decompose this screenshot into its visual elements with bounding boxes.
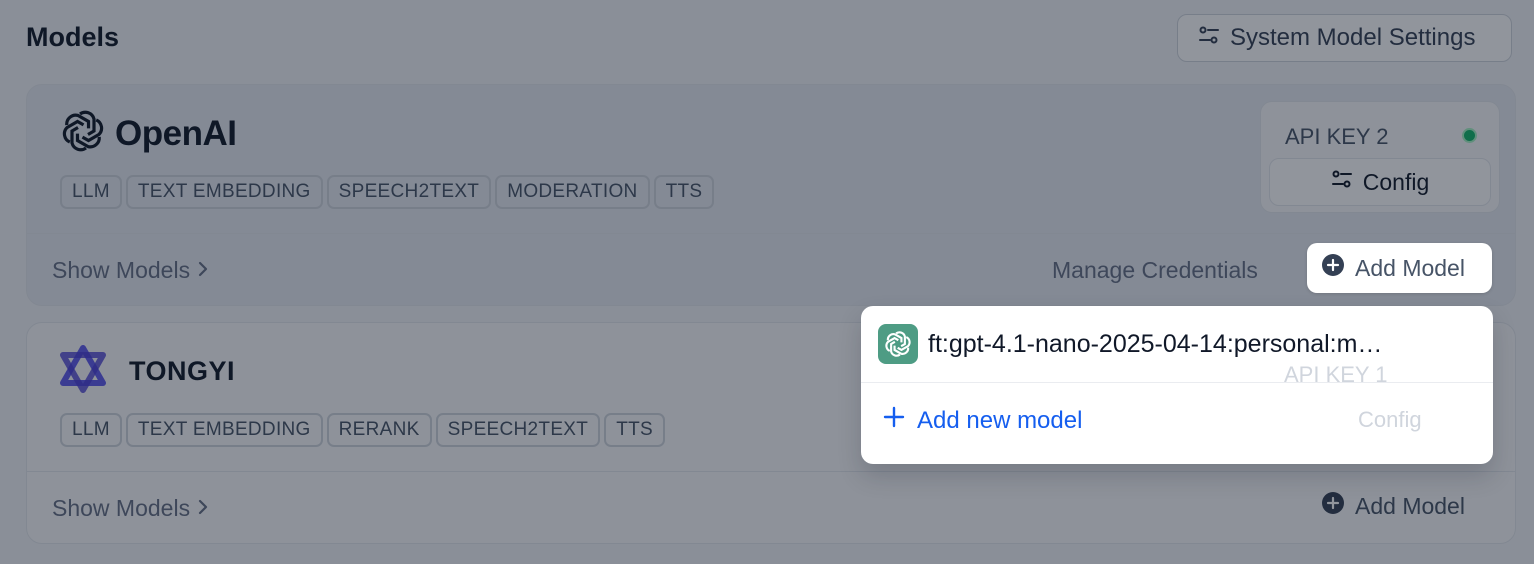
plus-icon (883, 406, 905, 435)
model-option[interactable]: ft:gpt-4.1-nano-2025-04-14:personal:m… (861, 306, 1493, 382)
dropdown-divider (861, 382, 1493, 383)
openai-icon (878, 324, 918, 364)
config-label-behind: Config (1358, 407, 1422, 432)
model-option-label: ft:gpt-4.1-nano-2025-04-14:personal:m… (928, 329, 1383, 358)
add-model-button[interactable]: Add Model (1307, 243, 1492, 293)
add-new-model-label: Add new model (917, 406, 1083, 434)
add-model-dropdown: API KEY 1 Config ft:gpt-4.1-nano-2025-04… (861, 306, 1493, 464)
models-page: Models System Model Settings OpenAI LLM … (0, 0, 1534, 564)
add-new-model-button[interactable]: Add new model (883, 406, 1082, 435)
modal-overlay[interactable] (0, 0, 1534, 564)
add-model-label: Add Model (1355, 254, 1465, 281)
plus-circle-icon (1321, 253, 1345, 283)
